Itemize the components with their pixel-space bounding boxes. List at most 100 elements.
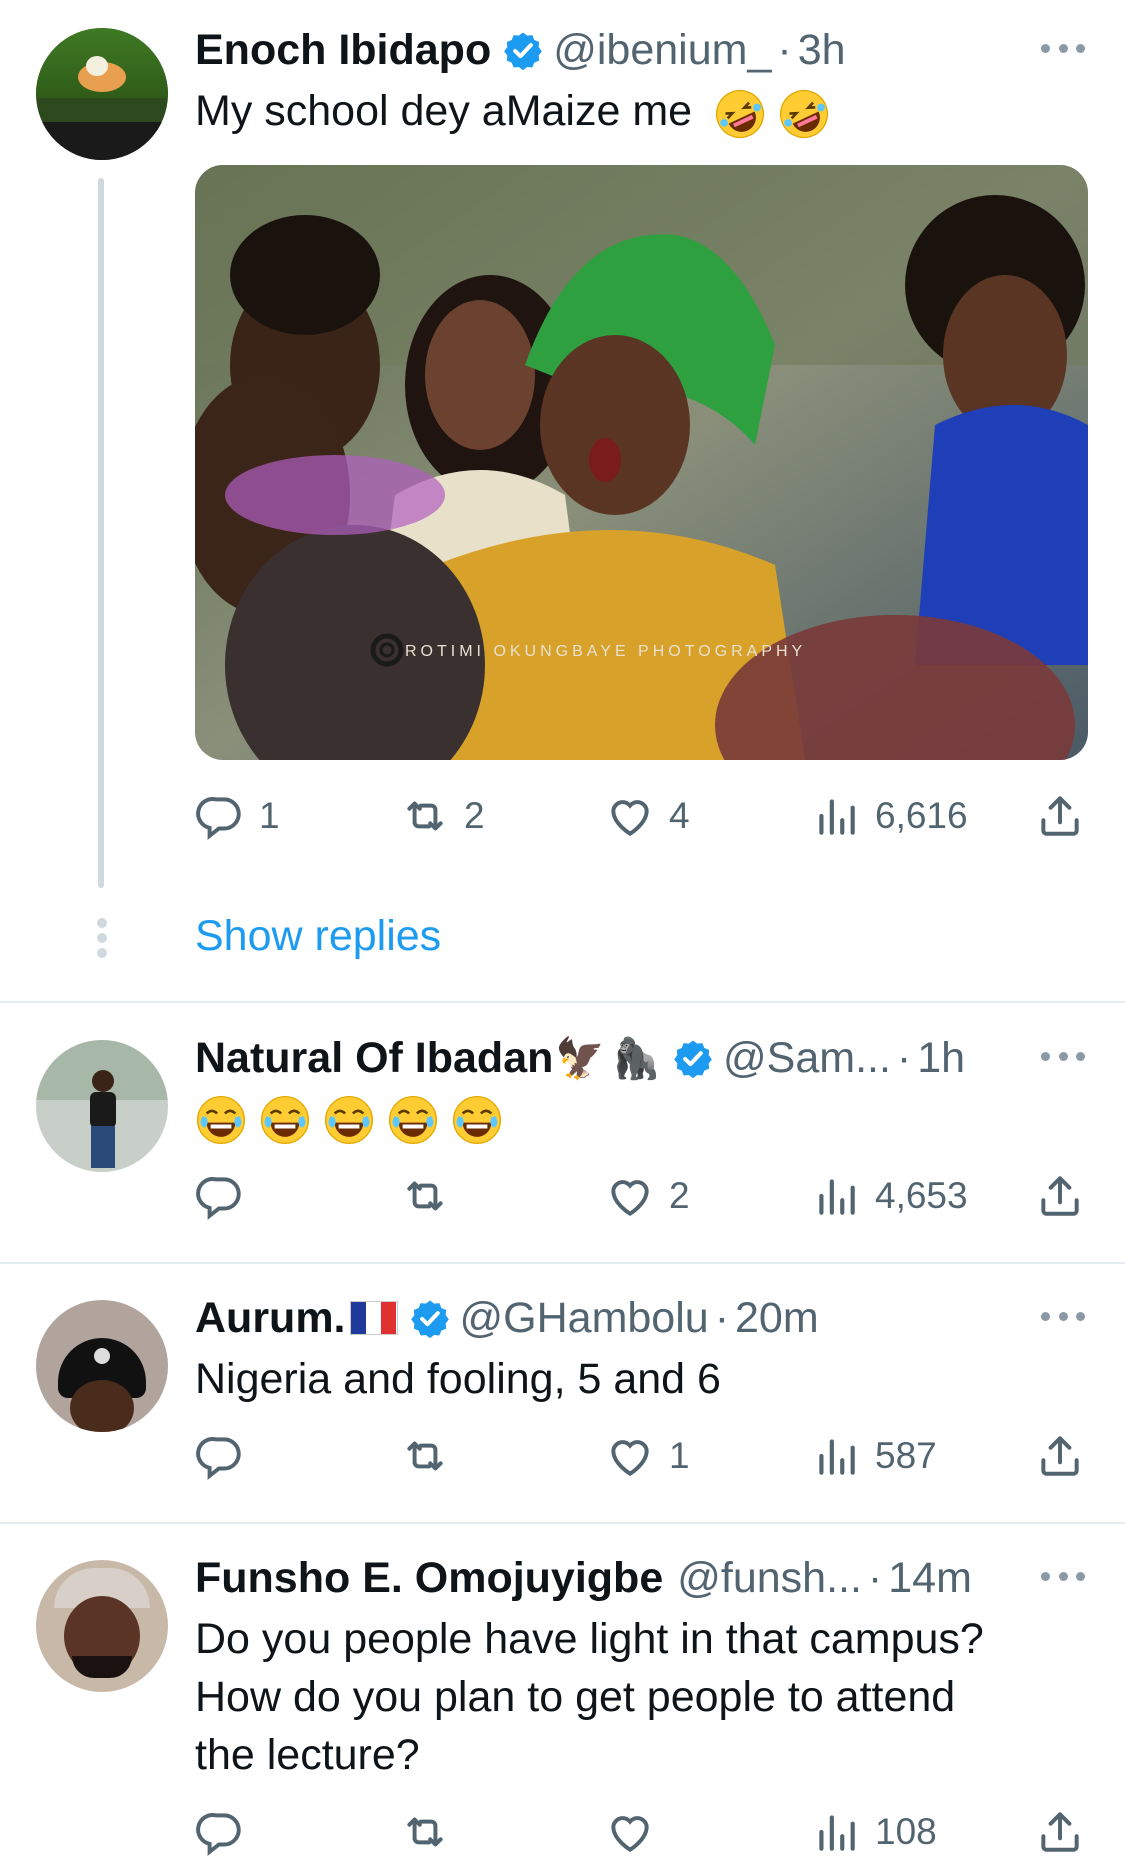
tweet-header: Natural Of Ibadan 🦅 🦍 @Sam... · 1h (195, 1028, 965, 1088)
author-name[interactable]: Aurum. (195, 1294, 346, 1343)
share-button[interactable] (1035, 1802, 1085, 1862)
tweet-body-line: Do you people have light in that campus? (195, 1615, 984, 1663)
tweet-text (195, 1088, 515, 1146)
views-button[interactable]: 6,616 (811, 786, 968, 846)
avatar[interactable] (36, 1040, 168, 1172)
retweet-count: 2 (464, 795, 485, 836)
reply-button[interactable] (195, 1802, 259, 1862)
tweet-actions: 1 587 (195, 1426, 1085, 1486)
timestamp[interactable]: 20m (735, 1294, 819, 1343)
eagle-emoji-icon: 🦅 (555, 1036, 606, 1081)
views-icon (811, 791, 861, 841)
retweet-button[interactable]: 2 (400, 786, 485, 846)
views-button[interactable]: 108 (811, 1802, 937, 1862)
retweet-icon (400, 1431, 450, 1481)
more-options-icon[interactable] (1041, 1306, 1085, 1326)
like-button[interactable]: 4 (605, 786, 690, 846)
retweet-icon (400, 1807, 450, 1857)
heart-icon (605, 1807, 655, 1857)
tweet-photo[interactable]: ROTIMI OKUNGBAYE PHOTOGRAPHY (195, 165, 1088, 760)
retweet-button[interactable] (400, 1166, 464, 1226)
thread-gap-dots (96, 918, 108, 958)
avatar[interactable] (36, 1560, 168, 1692)
author-handle[interactable]: @ibenium_ (553, 26, 771, 75)
thread-line (98, 178, 104, 888)
like-count: 1 (669, 1435, 690, 1476)
reply-button[interactable] (195, 1166, 259, 1226)
author-handle[interactable]: @Sam... (723, 1034, 891, 1083)
separator: · (867, 1553, 883, 1602)
separator: · (777, 25, 792, 74)
tweet-text: Nigeria and fooling, 5 and 6 (195, 1350, 721, 1408)
france-flag-icon (349, 1301, 398, 1335)
separator: · (896, 1033, 912, 1082)
share-button[interactable] (1035, 1166, 1085, 1226)
gorilla-emoji-icon: 🦍 (611, 1036, 662, 1081)
view-count: 108 (875, 1811, 937, 1852)
reply-count: 1 (259, 795, 280, 836)
joy-emoji-icon (387, 1094, 439, 1146)
photo-watermark: ROTIMI OKUNGBAYE PHOTOGRAPHY (405, 643, 806, 660)
show-replies-link[interactable]: Show replies (195, 912, 441, 961)
divider (0, 1522, 1125, 1524)
heart-icon (605, 791, 655, 841)
author-handle[interactable]: @GHambolu (460, 1294, 709, 1343)
rofl-emoji-icon (778, 88, 830, 140)
tweet-text: My school dey aMaize me (195, 82, 842, 140)
retweet-icon (400, 1171, 450, 1221)
reply-icon (195, 1171, 245, 1221)
tweet-actions: 1 2 4 6,616 (195, 786, 1085, 846)
author-name[interactable]: Natural Of Ibadan (195, 1034, 553, 1083)
author-name[interactable]: Funsho E. Omojuyigbe (195, 1554, 663, 1603)
avatar[interactable] (36, 28, 168, 160)
verified-badge-icon (503, 30, 543, 70)
joy-emoji-icon (451, 1094, 503, 1146)
tweet-header: Enoch Ibidapo @ibenium_ · 3h (195, 20, 846, 80)
views-button[interactable]: 4,653 (811, 1166, 968, 1226)
more-options-icon[interactable] (1041, 38, 1085, 58)
verified-badge-icon (410, 1298, 450, 1338)
view-count: 4,653 (875, 1175, 968, 1216)
share-button[interactable] (1035, 786, 1085, 846)
tweet-body-line: How do you plan to get people to attend (195, 1673, 956, 1721)
tweet-header: Aurum. @GHambolu · 20m (195, 1288, 819, 1348)
share-button[interactable] (1035, 1426, 1085, 1486)
timestamp[interactable]: 3h (798, 26, 846, 75)
heart-icon (605, 1171, 655, 1221)
reply-button[interactable] (195, 1426, 259, 1486)
rofl-emoji-icon (714, 88, 766, 140)
retweet-icon (400, 791, 450, 841)
share-icon (1035, 791, 1085, 841)
photo-image: ROTIMI OKUNGBAYE PHOTOGRAPHY (195, 165, 1088, 760)
view-count: 587 (875, 1435, 937, 1476)
views-icon (811, 1807, 861, 1857)
reply-icon (195, 1807, 245, 1857)
more-options-icon[interactable] (1041, 1566, 1085, 1586)
divider (0, 1262, 1125, 1264)
timestamp[interactable]: 14m (888, 1554, 972, 1603)
verified-badge-icon (673, 1038, 713, 1078)
tweet-actions: 2 4,653 (195, 1166, 1085, 1226)
like-count: 2 (669, 1175, 690, 1216)
joy-emoji-icon (323, 1094, 375, 1146)
share-icon (1035, 1431, 1085, 1481)
heart-icon (605, 1431, 655, 1481)
timestamp[interactable]: 1h (917, 1034, 965, 1083)
reply-button[interactable]: 1 (195, 786, 280, 846)
author-handle[interactable]: @funsh... (677, 1554, 862, 1603)
like-button[interactable] (605, 1802, 669, 1862)
avatar[interactable] (36, 1300, 168, 1432)
divider (0, 1001, 1125, 1003)
author-name[interactable]: Enoch Ibidapo (195, 26, 491, 75)
tweet-body-line: the lecture? (195, 1731, 420, 1779)
more-options-icon[interactable] (1041, 1046, 1085, 1066)
retweet-button[interactable] (400, 1802, 464, 1862)
tweet-actions: 108 (195, 1802, 1085, 1862)
retweet-button[interactable] (400, 1426, 464, 1486)
tweet-header: Funsho E. Omojuyigbe @funsh... · 14m (195, 1548, 972, 1608)
views-button[interactable]: 587 (811, 1426, 937, 1486)
tweet-body: Nigeria and fooling, 5 and 6 (195, 1355, 721, 1403)
like-button[interactable]: 1 (605, 1426, 690, 1486)
like-button[interactable]: 2 (605, 1166, 690, 1226)
separator: · (714, 1293, 730, 1342)
